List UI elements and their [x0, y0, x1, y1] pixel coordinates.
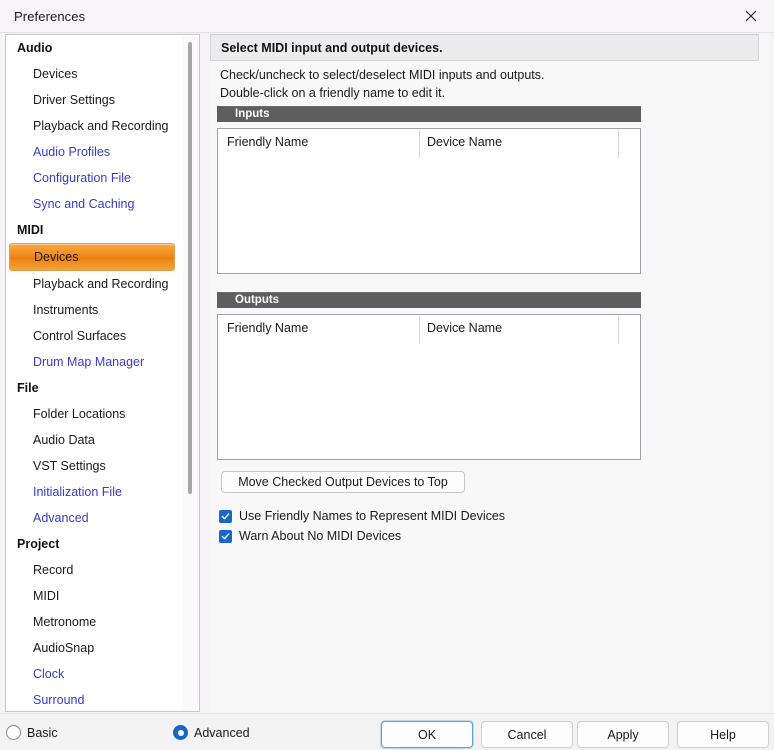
outputs-section-label: Outputs — [235, 294, 280, 306]
column-divider — [419, 130, 420, 158]
sidebar-item-midi[interactable]: MIDI — [6, 583, 184, 609]
sidebar-scrollbar-thumb[interactable] — [188, 42, 192, 494]
checkbox-checked-icon[interactable] — [219, 529, 232, 543]
inputs-section-header: Inputs — [217, 106, 641, 122]
sidebar-item-sync-and-caching[interactable]: Sync and Caching — [6, 191, 184, 217]
sidebar-scrollbar[interactable] — [183, 36, 198, 711]
description-line-2: Double-click on a friendly name to edit … — [220, 86, 446, 100]
radio-advanced[interactable]: Advanced — [173, 725, 250, 740]
radio-basic-label: Basic — [27, 725, 58, 740]
sidebar-item-vst-settings[interactable]: VST Settings — [6, 453, 184, 479]
sidebar-group-file: File — [17, 381, 39, 395]
window-title: Preferences — [14, 9, 86, 24]
sidebar-item-devices[interactable]: Devices — [9, 243, 175, 271]
description-line-1: Check/uncheck to select/deselect MIDI in… — [220, 68, 545, 82]
column-divider — [419, 316, 420, 344]
sidebar-item-audio-data[interactable]: Audio Data — [6, 427, 184, 453]
outputs-column-device-name[interactable]: Device Name — [427, 321, 502, 335]
outputs-listbox[interactable]: Friendly Name Device Name — [217, 314, 641, 460]
column-divider — [618, 316, 619, 344]
sidebar-item-folder-locations[interactable]: Folder Locations — [6, 401, 184, 427]
sidebar-item-playback-and-recording[interactable]: Playback and Recording — [6, 271, 184, 297]
cancel-button[interactable]: Cancel — [481, 721, 573, 748]
sidebar-item-playback-and-recording[interactable]: Playback and Recording — [6, 113, 184, 139]
checkbox-checked-icon[interactable] — [219, 509, 232, 523]
sidebar-item-drum-map-manager[interactable]: Drum Map Manager — [6, 349, 184, 375]
sidebar-item-driver-settings[interactable]: Driver Settings — [6, 87, 184, 113]
outputs-column-friendly-name[interactable]: Friendly Name — [227, 321, 308, 335]
sidebar-item-record[interactable]: Record — [6, 557, 184, 583]
sidebar-item-clock[interactable]: Clock — [6, 661, 184, 687]
sidebar-item-surround[interactable]: Surround — [6, 687, 184, 711]
radio-basic[interactable]: Basic — [6, 725, 58, 740]
ok-button[interactable]: OK — [381, 721, 473, 748]
checkbox-warn-about-no-midi-devices[interactable]: Warn About No MIDI Devices — [219, 527, 401, 545]
close-icon[interactable] — [728, 0, 774, 32]
panel-header: Select MIDI input and output devices. — [210, 34, 759, 61]
checkbox-use-friendly-names[interactable]: Use Friendly Names to Represent MIDI Dev… — [219, 507, 505, 525]
inputs-section-label: Inputs — [235, 108, 270, 120]
title-bar: Preferences — [0, 0, 774, 33]
panel-header-title: Select MIDI input and output devices. — [221, 41, 443, 55]
apply-button[interactable]: Apply — [577, 721, 669, 748]
inputs-listbox[interactable]: Friendly Name Device Name — [217, 128, 641, 274]
sidebar-item-configuration-file[interactable]: Configuration File — [6, 165, 184, 191]
preferences-dialog: Preferences Audio Devices Driver Settings P… — [0, 0, 774, 750]
inputs-column-friendly-name[interactable]: Friendly Name — [227, 135, 308, 149]
checkbox-label: Use Friendly Names to Represent MIDI Dev… — [239, 509, 506, 523]
radio-checked-icon[interactable] — [173, 725, 188, 740]
radio-advanced-label: Advanced — [194, 725, 250, 740]
sidebar-nav-list: Audio Devices Driver Settings Playback and … — [6, 35, 184, 711]
sidebar-group-project: Project — [17, 537, 60, 551]
sidebar-item-initialization-file[interactable]: Initialization File — [6, 479, 184, 505]
sidebar-item-devices[interactable]: Devices — [6, 61, 184, 87]
sidebar-group-audio: Audio — [17, 41, 53, 55]
sidebar-item-advanced[interactable]: Advanced — [6, 505, 184, 531]
checkbox-label: Warn About No MIDI Devices — [239, 529, 402, 543]
sidebar-item-control-surfaces[interactable]: Control Surfaces — [6, 323, 184, 349]
help-button[interactable]: Help — [677, 721, 769, 748]
move-checked-output-devices-to-top-button[interactable]: Move Checked Output Devices to Top — [221, 471, 465, 493]
sidebar-group-midi: MIDI — [17, 223, 44, 237]
inputs-column-device-name[interactable]: Device Name — [427, 135, 502, 149]
main-panel: Select MIDI input and output devices. Ch… — [210, 34, 769, 712]
sidebar-item-audiosnap[interactable]: AudioSnap — [6, 635, 184, 661]
outputs-section-header: Outputs — [217, 292, 641, 308]
sidebar-item-metronome[interactable]: Metronome — [6, 609, 184, 635]
column-divider — [618, 130, 619, 158]
sidebar-item-audio-profiles[interactable]: Audio Profiles — [6, 139, 184, 165]
radio-unchecked-icon[interactable] — [6, 725, 21, 740]
sidebar-item-instruments[interactable]: Instruments — [6, 297, 184, 323]
sidebar: Audio Devices Driver Settings Playback and … — [5, 34, 200, 712]
